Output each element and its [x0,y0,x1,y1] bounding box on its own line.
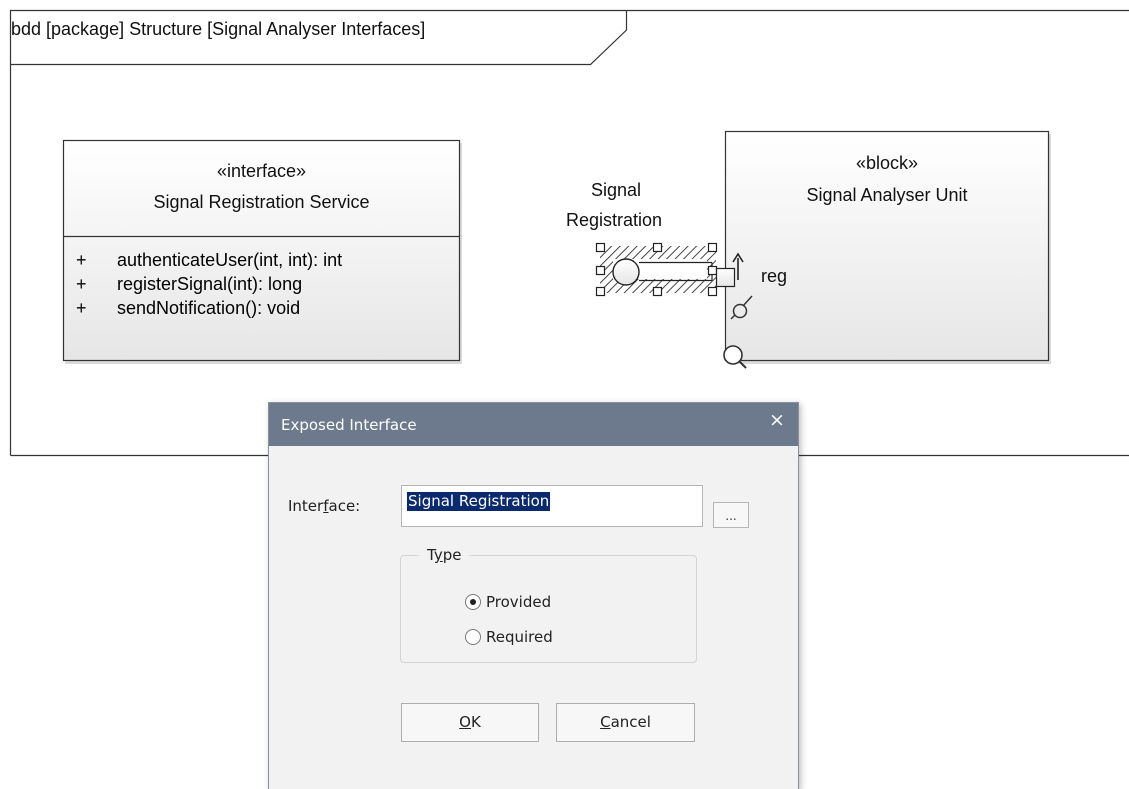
label-text: pe [443,546,462,564]
close-icon[interactable]: × [762,405,792,435]
interface-field-label: Interface: [288,497,360,515]
block-unit[interactable]: «block» Signal Analyser Unit [725,131,1049,361]
operation-row[interactable]: +sendNotification(): void [76,296,342,320]
button-label: ancel [611,713,651,731]
operations-list: +authenticateUser(int, int): int +regist… [76,248,342,320]
type-group-label: Type [419,546,469,564]
exposed-interface-label-line2: Registration [566,210,662,231]
operation-signature: sendNotification(): void [117,298,300,318]
button-mnemonic: O [459,713,471,731]
interface-block[interactable]: «interface» Signal Registration Service … [63,140,460,361]
frame-title: bdd [package] Structure [Signal Analyser… [11,19,425,40]
operation-row[interactable]: +authenticateUser(int, int): int [76,248,342,272]
radio-provided[interactable]: Provided [465,591,551,613]
exposed-interface-dialog: Exposed Interface × Interface: Signal Re… [268,402,799,789]
operation-row[interactable]: +registerSignal(int): long [76,272,342,296]
label-text: T [427,546,434,564]
interface-input-value: Signal Registration [407,492,550,511]
interface-input[interactable]: Signal Registration [401,485,703,527]
exposed-interface-selection[interactable] [597,244,717,296]
exposed-interface-label-line1: Signal [591,180,641,201]
interface-stereotype: «interface» [63,161,460,182]
label-text: Inter [288,497,323,515]
interface-name: Signal Registration Service [63,192,460,213]
operation-signature: authenticateUser(int, int): int [117,250,342,270]
button-label: K [471,713,481,731]
visibility-marker: + [76,248,117,272]
block-name: Signal Analyser Unit [725,185,1049,206]
button-mnemonic: C [600,713,610,731]
radio-selected-icon[interactable] [465,594,481,610]
radio-label: Required [486,628,553,646]
dialog-titlebar[interactable]: Exposed Interface × [269,403,798,446]
radio-unselected-icon[interactable] [465,629,481,645]
label-mnemonic: y [434,546,443,564]
radio-label: Provided [486,593,551,611]
radio-required[interactable]: Required [465,626,553,648]
visibility-marker: + [76,272,117,296]
block-stereotype: «block» [725,153,1049,174]
operation-signature: registerSignal(int): long [117,274,302,294]
dialog-title: Exposed Interface [281,416,417,434]
label-text: ace: [329,497,361,515]
browse-button[interactable]: ... [713,502,749,528]
cancel-button[interactable]: Cancel [556,703,695,742]
ok-button[interactable]: OK [401,703,539,742]
visibility-marker: + [76,296,117,320]
type-groupbox: Type Provided Required [400,555,697,663]
